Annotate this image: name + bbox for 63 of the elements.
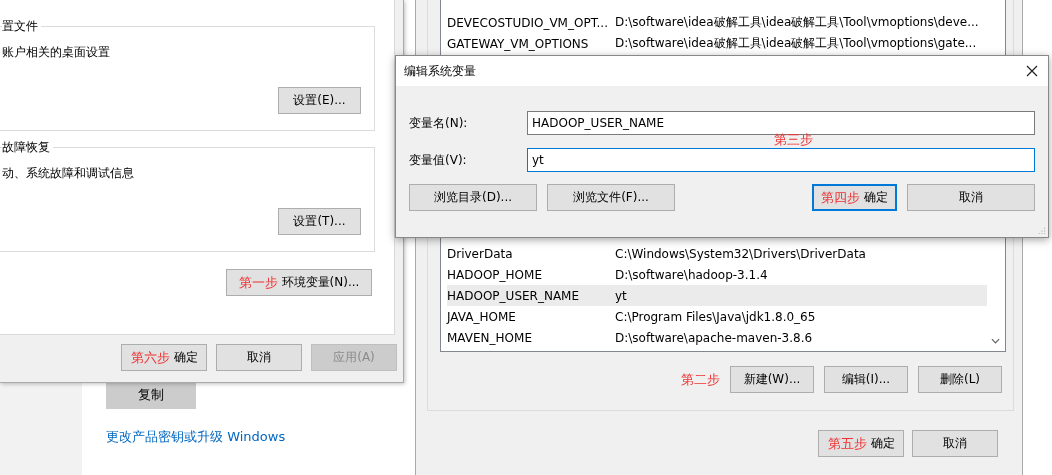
button-label: 应用(A) xyxy=(333,349,375,366)
button-label: 取消 xyxy=(247,349,271,366)
dialog-button[interactable]: 第六步 确定 xyxy=(121,344,207,371)
field-label: 变量名(N): xyxy=(409,114,469,132)
dialog-button[interactable]: 取消 xyxy=(907,184,1035,211)
variable-name: JAVA_HOME xyxy=(447,309,517,324)
dialog-button[interactable]: 取消 xyxy=(912,430,998,457)
button-label: 确定 xyxy=(870,435,895,452)
button-label: 确定 xyxy=(173,349,198,366)
step-annotation: 第一步 xyxy=(238,273,278,292)
variable-value: C:\Windows\System32\Drivers\DriverData xyxy=(615,246,866,261)
button-label: 确定 xyxy=(864,189,888,206)
list-row[interactable]: GATEWAY_VM_OPTIONS D:\software\idea破解工具\idea破解工具\Tool\vmoptions\gate... xyxy=(447,33,987,54)
variable-name: DriverData xyxy=(447,246,514,261)
variable-value: D:\software\idea破解工具\idea破解工具\Tool\vmoptions\gate... xyxy=(615,35,977,52)
list-button[interactable]: 新建(W)... xyxy=(730,366,814,393)
settings-button[interactable]: 设置(E)... xyxy=(278,87,361,114)
step-annotation: 第四步 xyxy=(821,188,860,207)
environment-variables-button[interactable]: 第一步 环境变量(N)... xyxy=(226,269,372,296)
step-annotation: 第五步 xyxy=(827,434,867,453)
dialog-button[interactable]: 第五步 确定 xyxy=(818,430,904,457)
group-description: 账户相关的桌面设置 xyxy=(2,44,110,61)
list-row[interactable]: MAVEN_HOME D:\software\apache-maven-3.8.6 xyxy=(447,327,987,348)
step-annotation: 第六步 xyxy=(130,348,170,367)
list-row[interactable]: HADOOP_USER_NAME yt xyxy=(447,285,987,306)
dialog-button[interactable]: 浏览目录(D)... xyxy=(409,184,537,211)
variable-name: HADOOP_HOME xyxy=(447,267,543,282)
list-button[interactable]: 编辑(I)... xyxy=(824,366,908,393)
button-label: 取消 xyxy=(943,435,967,452)
group-title: 故障恢复 xyxy=(2,139,53,156)
variable-value: C:\Program Files\Java\jdk1.8.0_65 xyxy=(615,309,816,324)
step-annotation: 第二步 xyxy=(681,370,720,389)
group-description: 动、系统故障和调试信息 xyxy=(2,165,134,182)
button-label: 浏览文件(F)... xyxy=(573,189,649,206)
variable-name: MAVEN_HOME xyxy=(447,330,533,345)
resize-grip-icon[interactable] xyxy=(1037,226,1046,235)
list-row[interactable]: HADOOP_HOME D:\software\hadoop-3.1.4 xyxy=(447,264,987,285)
list-row[interactable]: JAVA_HOME C:\Program Files\Java\jdk1.8.0_65 xyxy=(447,306,987,327)
variable-value: yt xyxy=(615,288,627,303)
list-row[interactable]: DriverData C:\Windows\System32\Drivers\DriverData xyxy=(447,243,987,264)
button-label: 浏览目录(D)... xyxy=(433,189,512,206)
settings-button[interactable]: 设置(T)... xyxy=(278,208,361,235)
variable-value: D:\software\idea破解工具\idea破解工具\Tool\vmoptions\deve... xyxy=(615,14,979,31)
input-field[interactable]: yt xyxy=(527,148,1035,172)
field-label: 变量值(V): xyxy=(409,151,468,169)
variable-value: D:\software\apache-maven-3.8.6 xyxy=(615,330,813,345)
variable-name: DEVECOSTUDIO_VM_OPT... xyxy=(447,15,609,30)
scroll-down-icon[interactable] xyxy=(991,338,1000,344)
button-label: 环境变量(N)... xyxy=(281,274,360,291)
button-label: 取消 xyxy=(959,189,983,206)
variable-value: D:\software\hadoop-3.1.4 xyxy=(615,267,768,282)
close-icon[interactable] xyxy=(1026,65,1038,77)
link[interactable]: 更改产品密钥或升级 Windows xyxy=(106,428,286,446)
variable-name: GATEWAY_VM_OPTIONS xyxy=(447,36,590,51)
dialog-button[interactable]: 取消 xyxy=(216,344,302,371)
dialog-button[interactable]: 浏览文件(F)... xyxy=(547,184,675,211)
group-title: 置文件 xyxy=(2,18,41,35)
list-button[interactable]: 删除(L) xyxy=(918,366,1002,393)
copy-button[interactable]: 复制 xyxy=(106,381,196,409)
dialog-title: 编辑系统变量 xyxy=(404,62,476,80)
list-row[interactable]: DEVECOSTUDIO_VM_OPT... D:\software\idea破解工具\idea破解工具\Tool\vmoptions\deve... xyxy=(447,12,987,33)
dialog-button[interactable]: 第四步 确定 xyxy=(812,184,897,211)
variable-name: HADOOP_USER_NAME xyxy=(447,288,581,303)
